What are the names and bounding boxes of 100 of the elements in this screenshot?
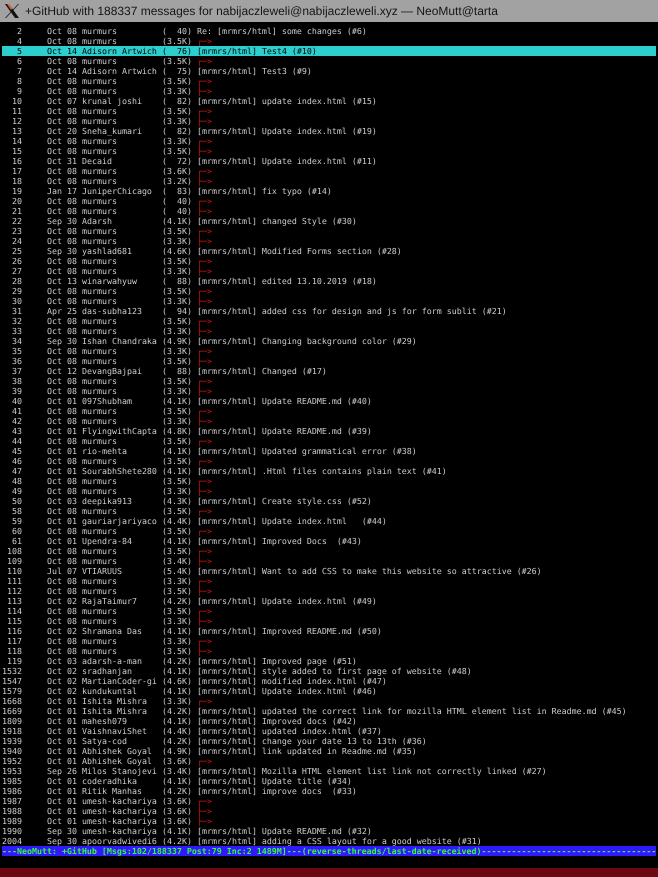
message-row[interactable]: 33 Oct 08 murmurs (3.3K) ├─>	[2, 326, 656, 336]
thread-arrow: ┌─>	[197, 546, 212, 556]
message-date: Oct 03	[47, 656, 77, 666]
message-row[interactable]: 23 Oct 08 murmurs (3.5K) ┌─>	[2, 226, 656, 236]
message-size: (3.5K)	[162, 226, 192, 236]
message-row[interactable]: 1532 Oct 02 sradhanjan (4.1K) [mrmrs/html] style added to first page of website (#48)	[2, 666, 656, 676]
message-row[interactable]: 1985 Oct 01 coderadhika (4.1K) [mrmrs/html] Update title (#34)	[2, 776, 656, 786]
message-date: Oct 01	[47, 466, 77, 476]
message-row[interactable]: 10 Oct 07 krunal joshi ( 82) [mrmrs/html] update index.html (#15)	[2, 96, 656, 106]
message-row[interactable]: 45 Oct 01 rio-mehta (4.1K) [mrmrs/html] Updated grammatical error (#38)	[2, 446, 656, 456]
message-row[interactable]: 16 Oct 31 Decaid ( 72) [mrmrs/html] Update index.html (#11)	[2, 156, 656, 166]
message-number: 34	[12, 336, 22, 346]
message-row[interactable]: 19 Jan 17 JuniperChicago ( 83) [mrmrs/html] fix typo (#14)	[2, 186, 656, 196]
message-row[interactable]: 26 Oct 08 murmurs (3.5K) ┌─>	[2, 256, 656, 266]
message-row[interactable]: 4 Oct 08 murmurs (3.5K) ┌─>	[2, 36, 656, 46]
message-row[interactable]: 2 Oct 08 murmurs ( 40) Re: [mrmrs/html] some changes (#6)	[2, 26, 656, 36]
message-row[interactable]: 29 Oct 08 murmurs (3.5K) ┌─>	[2, 286, 656, 296]
message-number: 1987	[2, 796, 22, 806]
message-row[interactable]: 48 Oct 08 murmurs (3.5K) ┌─>	[2, 476, 656, 486]
message-row[interactable]: 14 Oct 08 murmurs (3.3K) ┌─>	[2, 136, 656, 146]
message-row[interactable]: 61 Oct 01 Upendra-84 (4.1K) [mrmrs/html] Improved Docs (#43)	[2, 536, 656, 546]
message-row[interactable]: 58 Oct 08 murmurs (3.5K) ┌─>	[2, 506, 656, 516]
message-row[interactable]: 15 Oct 08 murmurs (3.5K) ├─>	[2, 146, 656, 156]
message-row[interactable]: 17 Oct 08 murmurs (3.6K) ┌─>	[2, 166, 656, 176]
message-row[interactable]: 9 Oct 08 murmurs (3.3K) ├─>	[2, 86, 656, 96]
message-row[interactable]: 11 Oct 08 murmurs (3.5K) ┌─>	[2, 106, 656, 116]
message-date: Oct 08	[47, 416, 77, 426]
message-row[interactable]: 1918 Oct 01 VaishnaviShet (4.4K) [mrmrs/html] updated index.html (#37)	[2, 726, 656, 736]
message-row[interactable]: 20 Oct 08 murmurs ( 40) ┌─>	[2, 196, 656, 206]
message-row[interactable]: 36 Oct 08 murmurs (3.5K) ├─>	[2, 356, 656, 366]
thread-arrow: ┌─>	[197, 136, 212, 146]
message-row[interactable]: 32 Oct 08 murmurs (3.5K) ┌─>	[2, 316, 656, 326]
message-number: 7	[17, 66, 22, 76]
message-row[interactable]: 1952 Oct 01 Abhishek Goyal (3.6K) ┌─>	[2, 756, 656, 766]
message-row[interactable]: 1547 Oct 02 MartianCoder-gi (4.6K) [mrmrs/html] modified index.html (#47)	[2, 676, 656, 686]
message-row[interactable]: 38 Oct 08 murmurs (3.5K) ┌─>	[2, 376, 656, 386]
message-size: (3.5K)	[162, 406, 192, 416]
message-row[interactable]: 6 Oct 08 murmurs (3.5K) ┌─>	[2, 56, 656, 66]
message-size: ( 88)	[162, 276, 192, 286]
message-row[interactable]: 1809 Oct 01 mahesh079 (4.1K) [mrmrs/html] Improved docs (#42)	[2, 716, 656, 726]
message-author: umesh-kachariya	[82, 816, 157, 826]
message-row[interactable]: 24 Oct 08 murmurs (3.3K) ├─>	[2, 236, 656, 246]
message-row[interactable]: 1986 Oct 01 Ritik Manhas (4.2K) [mrmrs/html] improve docs (#33)	[2, 786, 656, 796]
message-row[interactable]: 47 Oct 01 SourabhShete280 (4.1K) [mrmrs/html] .Html files contains plain text (#41)	[2, 466, 656, 476]
message-row[interactable]: 21 Oct 08 murmurs ( 40) ├─>	[2, 206, 656, 216]
message-row[interactable]: 108 Oct 08 murmurs (3.5K) ┌─>	[2, 546, 656, 556]
message-number: 17	[12, 166, 22, 176]
message-row[interactable]: 43 Oct 01 FlyingwithCapta (4.8K) [mrmrs/html] Update README.md (#39)	[2, 426, 656, 436]
message-row[interactable]: 2004 Sep 30 apoorvadwivedi6 (4.2K) [mrmrs/html] adding a CSS layout for a good website (#31)	[2, 836, 656, 846]
message-row[interactable]: 13 Oct 20 Sneha_kumari ( 82) [mrmrs/html] Update index.html (#19)	[2, 126, 656, 136]
message-size: (3.5K)	[162, 56, 192, 66]
message-author: kundukuntal	[82, 686, 137, 696]
message-row[interactable]: 30 Oct 08 murmurs (3.3K) ├─>	[2, 296, 656, 306]
message-row[interactable]: 115 Oct 08 murmurs (3.3K) ├─>	[2, 616, 656, 626]
message-row[interactable]: 46 Oct 08 murmurs (3.5K) ┌─>	[2, 456, 656, 466]
message-row[interactable]: 7 Oct 14 Adisorn Artwich ( 75) [mrmrs/html] Test3 (#9)	[2, 66, 656, 76]
message-row[interactable]: 34 Sep 30 Ishan Chandraka (4.9K) [mrmrs/html] Changing background color (#29)	[2, 336, 656, 346]
message-size: (3.4K)	[162, 766, 192, 776]
message-row[interactable]: 60 Oct 08 murmurs (3.5K) ┌─>	[2, 526, 656, 536]
message-row[interactable]: 35 Oct 08 murmurs (3.3K) ┌─>	[2, 346, 656, 356]
message-row[interactable]: 1990 Sep 30 umesh-kachariya (4.1K) [mrmrs/html] Update README.md (#32)	[2, 826, 656, 836]
message-row[interactable]: 1668 Oct 01 Ishita Mishra (3.3K) ┌─>	[2, 696, 656, 706]
message-row[interactable]: 12 Oct 08 murmurs (3.3K) ├─>	[2, 116, 656, 126]
message-row[interactable]: 8 Oct 08 murmurs (3.5K) ┌─>	[2, 76, 656, 86]
message-date: Sep 26	[47, 766, 77, 776]
message-row[interactable]: 1987 Oct 01 umesh-kachariya (3.6K) ┌─>	[2, 796, 656, 806]
message-row[interactable]: 27 Oct 08 murmurs (3.3K) ├─>	[2, 266, 656, 276]
message-row[interactable]: 118 Oct 08 murmurs (3.5K) ├─>	[2, 646, 656, 656]
message-row[interactable]: 117 Oct 08 murmurs (3.3K) ┌─>	[2, 636, 656, 646]
message-row[interactable]: 37 Oct 12 DevangBajpai ( 88) [mrmrs/html] Changed (#17)	[2, 366, 656, 376]
message-row[interactable]: 41 Oct 08 murmurs (3.5K) ┌─>	[2, 406, 656, 416]
message-row[interactable]: 112 Oct 08 murmurs (3.5K) ├─>	[2, 586, 656, 596]
message-row[interactable]: 1988 Oct 01 umesh-kachariya (3.6K) ├─>	[2, 806, 656, 816]
message-row[interactable]: 18 Oct 08 murmurs (3.2K) ├─>	[2, 176, 656, 186]
message-row[interactable]: 1579 Oct 02 kundukuntal (4.1K) [mrmrs/html] Update index.html (#46)	[2, 686, 656, 696]
message-row[interactable]: 113 Oct 02 RajaTaimur7 (4.2K) [mrmrs/html] Update index.html (#49)	[2, 596, 656, 606]
message-row[interactable]: 31 Apr 25 das-subha123 ( 94) [mrmrs/html] added css for design and js for form sublit (#21)	[2, 306, 656, 316]
message-row[interactable]: 114 Oct 08 murmurs (3.5K) ┌─>	[2, 606, 656, 616]
message-row[interactable]: 49 Oct 08 murmurs (3.3K) ├─>	[2, 486, 656, 496]
message-row[interactable]: 1940 Oct 01 Abhishek Goyal (4.9K) [mrmrs/html] link updated in Readme.md (#35)	[2, 746, 656, 756]
message-row[interactable]: 44 Oct 08 murmurs (3.5K) ┌─>	[2, 436, 656, 446]
message-row[interactable]: 39 Oct 08 murmurs (3.3K) ├─>	[2, 386, 656, 396]
message-row[interactable]: 1953 Sep 26 Milos Stanojevi (3.4K) [mrmrs/html] Mozilla HTML element list link not correctly linked (#27)	[2, 766, 656, 776]
message-row[interactable]: 116 Oct 02 Shramana Das (4.1K) [mrmrs/html] Improved README.md (#50)	[2, 626, 656, 636]
message-row[interactable]: 109 Oct 08 murmurs (3.4K) ├─>	[2, 556, 656, 566]
message-row[interactable]: 22 Sep 30 Adarsh (4.1K) [mrmrs/html] changed Style (#30)	[2, 216, 656, 226]
message-row[interactable]: 28 Oct 13 winarwahyuw ( 88) [mrmrs/html] edited 13.10.2019 (#18)	[2, 276, 656, 286]
message-row[interactable]: 1939 Oct 01 Satya-cod (4.2K) [mrmrs/html] change your date 13 to 13th (#36)	[2, 736, 656, 746]
message-row[interactable]: 42 Oct 08 murmurs (3.3K) ├─>	[2, 416, 656, 426]
message-row[interactable]: 119 Oct 03 adarsh-a-man (4.2K) [mrmrs/html] Improved page (#51)	[2, 656, 656, 666]
message-row[interactable]: 40 Oct 01 097Shubham (4.1K) [mrmrs/html] Update README.md (#40)	[2, 396, 656, 406]
selected-message-row[interactable]: 5 Oct 14 Adisorn Artwich ( 76) [mrmrs/html] Test4 (#10)	[2, 46, 656, 56]
message-row[interactable]: 50 Oct 03 deepika913 (4.3K) [mrmrs/html] Create style.css (#52)	[2, 496, 656, 506]
message-row[interactable]: 111 Oct 08 murmurs (3.3K) ┌─>	[2, 576, 656, 586]
message-row[interactable]: 110 Jul 07 VTIARUUS (5.4K) [mrmrs/html] Want to add CSS to make this website so attractive (#26)	[2, 566, 656, 576]
message-row[interactable]: 25 Sep 30 yashlad681 (4.6K) [mrmrs/html] Modified Forms section (#28)	[2, 246, 656, 256]
message-number: 32	[12, 316, 22, 326]
message-row[interactable]: 1669 Oct 01 Ishita Mishra (4.2K) [mrmrs/html] updated the correct link for mozilla HTML element list in Readme.md (#45)	[2, 706, 656, 716]
message-row[interactable]: 59 Oct 01 gauriarjariyaco (4.4K) [mrmrs/html] Update index.html (#44)	[2, 516, 656, 526]
message-row[interactable]: 1989 Oct 01 umesh-kachariya (3.6K) ├─>	[2, 816, 656, 826]
